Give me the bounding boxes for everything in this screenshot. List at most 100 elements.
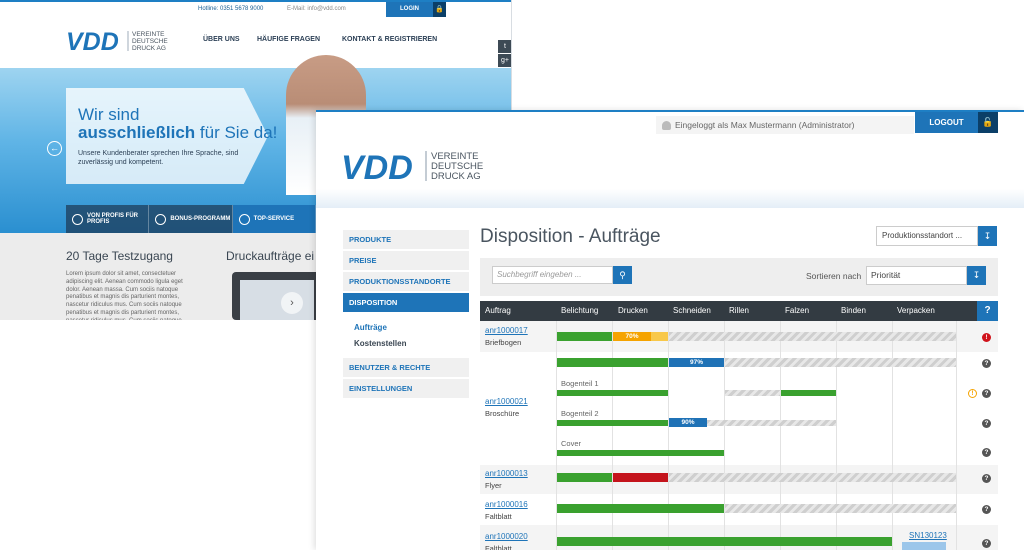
page-title: Disposition - Aufträge bbox=[480, 226, 661, 247]
stage-pending bbox=[725, 390, 780, 396]
googleplus-icon[interactable]: g+ bbox=[498, 54, 511, 67]
sidebar-item-produktionsstandorte[interactable]: PRODUKTIONSSTANDORTE bbox=[343, 272, 469, 291]
sidebar-item-einstellungen[interactable]: EINSTELLUNGEN bbox=[343, 379, 469, 398]
stage-done bbox=[557, 537, 892, 546]
stage-rest bbox=[651, 332, 668, 341]
stage-done bbox=[557, 420, 668, 426]
nav-faq[interactable]: HÄUFIGE FRAGEN bbox=[257, 36, 320, 43]
order-link[interactable]: anr1000016 bbox=[485, 500, 528, 509]
stage-done bbox=[557, 450, 724, 456]
sidebar-item-disposition[interactable]: DISPOSITION bbox=[343, 293, 469, 312]
col-verpacken[interactable]: Verpacken bbox=[897, 301, 935, 321]
hero-subtext: Unsere Kundenberater sprechen Ihre Sprac… bbox=[78, 150, 239, 166]
logo-line-2: DEUTSCHE bbox=[132, 38, 168, 45]
clock-icon[interactable]: ! bbox=[968, 389, 977, 398]
help-button[interactable]: ? bbox=[977, 301, 998, 321]
admin-sidebar: PRODUKTE PREISE PRODUKTIONSSTANDORTE DIS… bbox=[343, 230, 469, 400]
table-row[interactable] bbox=[480, 352, 998, 465]
order-type: Faltblatt bbox=[485, 544, 512, 550]
slider-prev-icon[interactable]: ← bbox=[47, 141, 62, 156]
nav-contact[interactable]: KONTAKT & REGISTRIEREN bbox=[342, 36, 437, 43]
hotline-text: Hotline: 0351 5678 9000 bbox=[198, 6, 264, 12]
tab-top-service[interactable]: TOP-SERVICE bbox=[232, 205, 316, 233]
sidebar-item-benutzer[interactable]: BENUTZER & RECHTE bbox=[343, 358, 469, 377]
hero-headline-bold: ausschließlich bbox=[78, 123, 196, 142]
sort-label: Sortieren nach bbox=[806, 271, 862, 281]
sidebar-sub-auftraege[interactable]: Aufträge bbox=[343, 320, 469, 336]
shipment-link[interactable]: SN130123 bbox=[909, 531, 947, 540]
user-icon bbox=[662, 121, 671, 131]
nav-ueber-uns[interactable]: ÜBER UNS bbox=[203, 36, 240, 43]
order-link[interactable]: anr1000013 bbox=[485, 469, 528, 478]
progress-label: 90% bbox=[681, 419, 695, 426]
orders-heading: Druckaufträge ei bbox=[226, 249, 315, 263]
stage-done bbox=[781, 390, 836, 396]
col-belichtung[interactable]: Belichtung bbox=[561, 301, 598, 321]
order-type: Briefbogen bbox=[485, 338, 522, 347]
col-auftrag[interactable]: Auftrag bbox=[485, 301, 511, 321]
tab-profis[interactable]: VON PROFIS FÜR PROFIS bbox=[66, 205, 150, 233]
logged-in-info: Eingeloggt als Max Mustermann (Administr… bbox=[656, 116, 914, 134]
order-type: Broschüre bbox=[485, 409, 520, 418]
unlock-icon[interactable]: 🔓 bbox=[978, 112, 998, 133]
stage-pending bbox=[669, 473, 956, 482]
search-input[interactable]: Suchbegriff eingeben ... bbox=[492, 266, 613, 284]
service-icon bbox=[238, 213, 250, 225]
lock-icon[interactable]: 🔒 bbox=[433, 2, 446, 17]
admin-logo[interactable]: VDD VEREINTE DEUTSCHE DRUCK AG bbox=[341, 149, 491, 183]
sort-download-button[interactable]: ↧ bbox=[967, 266, 986, 285]
question-icon[interactable]: ? bbox=[982, 539, 991, 548]
question-icon[interactable]: ? bbox=[982, 389, 991, 398]
location-download-button[interactable]: ↧ bbox=[978, 226, 997, 246]
order-link[interactable]: anr1000021 bbox=[485, 397, 528, 406]
hero-tabs: VON PROFIS FÜR PROFIS BONUS-PROGRAMM TOP… bbox=[66, 205, 316, 233]
twitter-icon[interactable]: t bbox=[498, 40, 511, 53]
site-logo[interactable]: VDD VEREINTE DEUTSCHE DRUCK AG bbox=[66, 28, 176, 54]
question-icon[interactable]: ? bbox=[982, 474, 991, 483]
orders-table: Auftrag Belichtung Drucken Schneiden Ril… bbox=[480, 301, 998, 550]
sidebar-item-produkte[interactable]: PRODUKTE bbox=[343, 230, 469, 249]
order-link[interactable]: anr1000020 bbox=[485, 532, 528, 541]
tab-bonus[interactable]: BONUS-PROGRAMM bbox=[149, 205, 233, 233]
tab-label: TOP-SERVICE bbox=[253, 216, 295, 222]
error-icon[interactable]: ! bbox=[982, 333, 991, 342]
stage-done bbox=[557, 504, 724, 513]
sidebar-sub-kostenstellen[interactable]: Kostenstellen bbox=[343, 336, 469, 352]
logo-line-1: VEREINTE bbox=[132, 31, 165, 38]
col-falzen[interactable]: Falzen bbox=[785, 301, 809, 321]
stage-pending bbox=[725, 504, 956, 513]
logo-mark: VDD bbox=[66, 28, 119, 54]
stage-pending bbox=[725, 358, 956, 367]
stage-done bbox=[557, 358, 668, 367]
col-schneiden[interactable]: Schneiden bbox=[673, 301, 711, 321]
order-link[interactable]: anr1000017 bbox=[485, 326, 528, 335]
email-text: E-Mail: info@vdd.com bbox=[287, 6, 346, 12]
login-button[interactable]: LOGIN bbox=[386, 2, 433, 17]
part-label: Bogenteil 2 bbox=[561, 409, 599, 418]
sidebar-item-preise[interactable]: PREISE bbox=[343, 251, 469, 270]
trial-heading: 20 Tage Testzugang bbox=[66, 249, 173, 263]
hero-headline-2: ausschließlich für Sie da! bbox=[78, 123, 277, 143]
question-icon[interactable]: ? bbox=[982, 359, 991, 368]
laptop-screen bbox=[240, 280, 314, 320]
location-select[interactable]: Produktionsstandort ... bbox=[876, 226, 978, 246]
logo-line-3: DRUCK AG bbox=[132, 45, 166, 52]
logout-button[interactable]: LOGOUT bbox=[915, 112, 978, 133]
stage-done bbox=[557, 390, 668, 396]
sort-select[interactable]: Priorität bbox=[866, 266, 967, 285]
col-rillen[interactable]: Rillen bbox=[729, 301, 749, 321]
coins-icon bbox=[155, 213, 167, 225]
table-header: Auftrag Belichtung Drucken Schneiden Ril… bbox=[480, 301, 998, 321]
compass-icon bbox=[72, 213, 83, 225]
search-icon[interactable]: ⚲ bbox=[613, 266, 632, 284]
question-icon[interactable]: ? bbox=[982, 419, 991, 428]
progress-label: 97% bbox=[689, 359, 703, 366]
col-drucken[interactable]: Drucken bbox=[618, 301, 648, 321]
stage-error bbox=[613, 473, 668, 482]
col-binden[interactable]: Binden bbox=[841, 301, 866, 321]
stage-done bbox=[557, 473, 612, 482]
question-icon[interactable]: ? bbox=[982, 505, 991, 514]
question-icon[interactable]: ? bbox=[982, 448, 991, 457]
stage-pending bbox=[707, 420, 836, 426]
slider-next-icon[interactable]: › bbox=[281, 292, 303, 314]
